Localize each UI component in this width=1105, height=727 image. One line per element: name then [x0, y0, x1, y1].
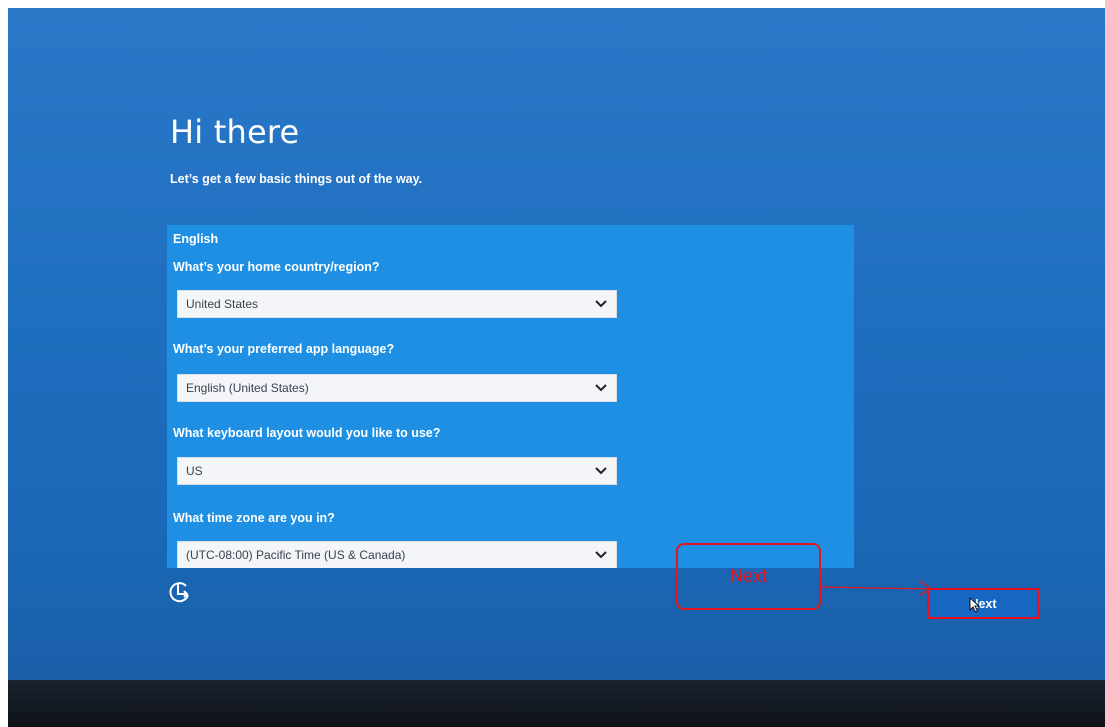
mouse-cursor-icon — [969, 597, 981, 613]
monitor-bezel — [8, 680, 1105, 727]
page-title: Hi there — [170, 113, 300, 151]
time-zone-value: (UTC-08:00) Pacific Time (US & Canada) — [186, 548, 406, 562]
page-subtitle: Let’s get a few basic things out of the … — [170, 172, 423, 186]
annotation-callout: Next — [676, 543, 821, 610]
chevron-down-icon — [594, 381, 608, 395]
chevron-down-icon — [594, 297, 608, 311]
annotation-callout-text: Next — [729, 566, 767, 586]
keyboard-layout-label: What keyboard layout would you like to u… — [173, 426, 441, 440]
app-language-select[interactable]: English (United States) — [177, 374, 617, 402]
keyboard-layout-select[interactable]: US — [177, 457, 617, 485]
settings-panel[interactable]: English What’s your home country/region?… — [167, 225, 854, 568]
country-value: United States — [186, 297, 259, 311]
country-select[interactable]: United States — [177, 290, 617, 318]
time-zone-select[interactable]: (UTC-08:00) Pacific Time (US & Canada) — [177, 541, 617, 568]
country-label: What’s your home country/region? — [173, 260, 380, 274]
annotation-arrow — [822, 580, 933, 596]
chevron-down-icon — [594, 548, 608, 562]
ease-of-access-icon[interactable] — [166, 578, 194, 606]
next-button[interactable]: Next — [927, 588, 1039, 619]
keyboard-layout-value: US — [186, 464, 203, 478]
chevron-down-icon — [594, 464, 608, 478]
time-zone-label: What time zone are you in? — [173, 511, 335, 525]
language-header: English — [173, 232, 219, 246]
app-language-value: English (United States) — [186, 381, 309, 395]
app-language-label: What’s your preferred app language? — [173, 342, 395, 356]
